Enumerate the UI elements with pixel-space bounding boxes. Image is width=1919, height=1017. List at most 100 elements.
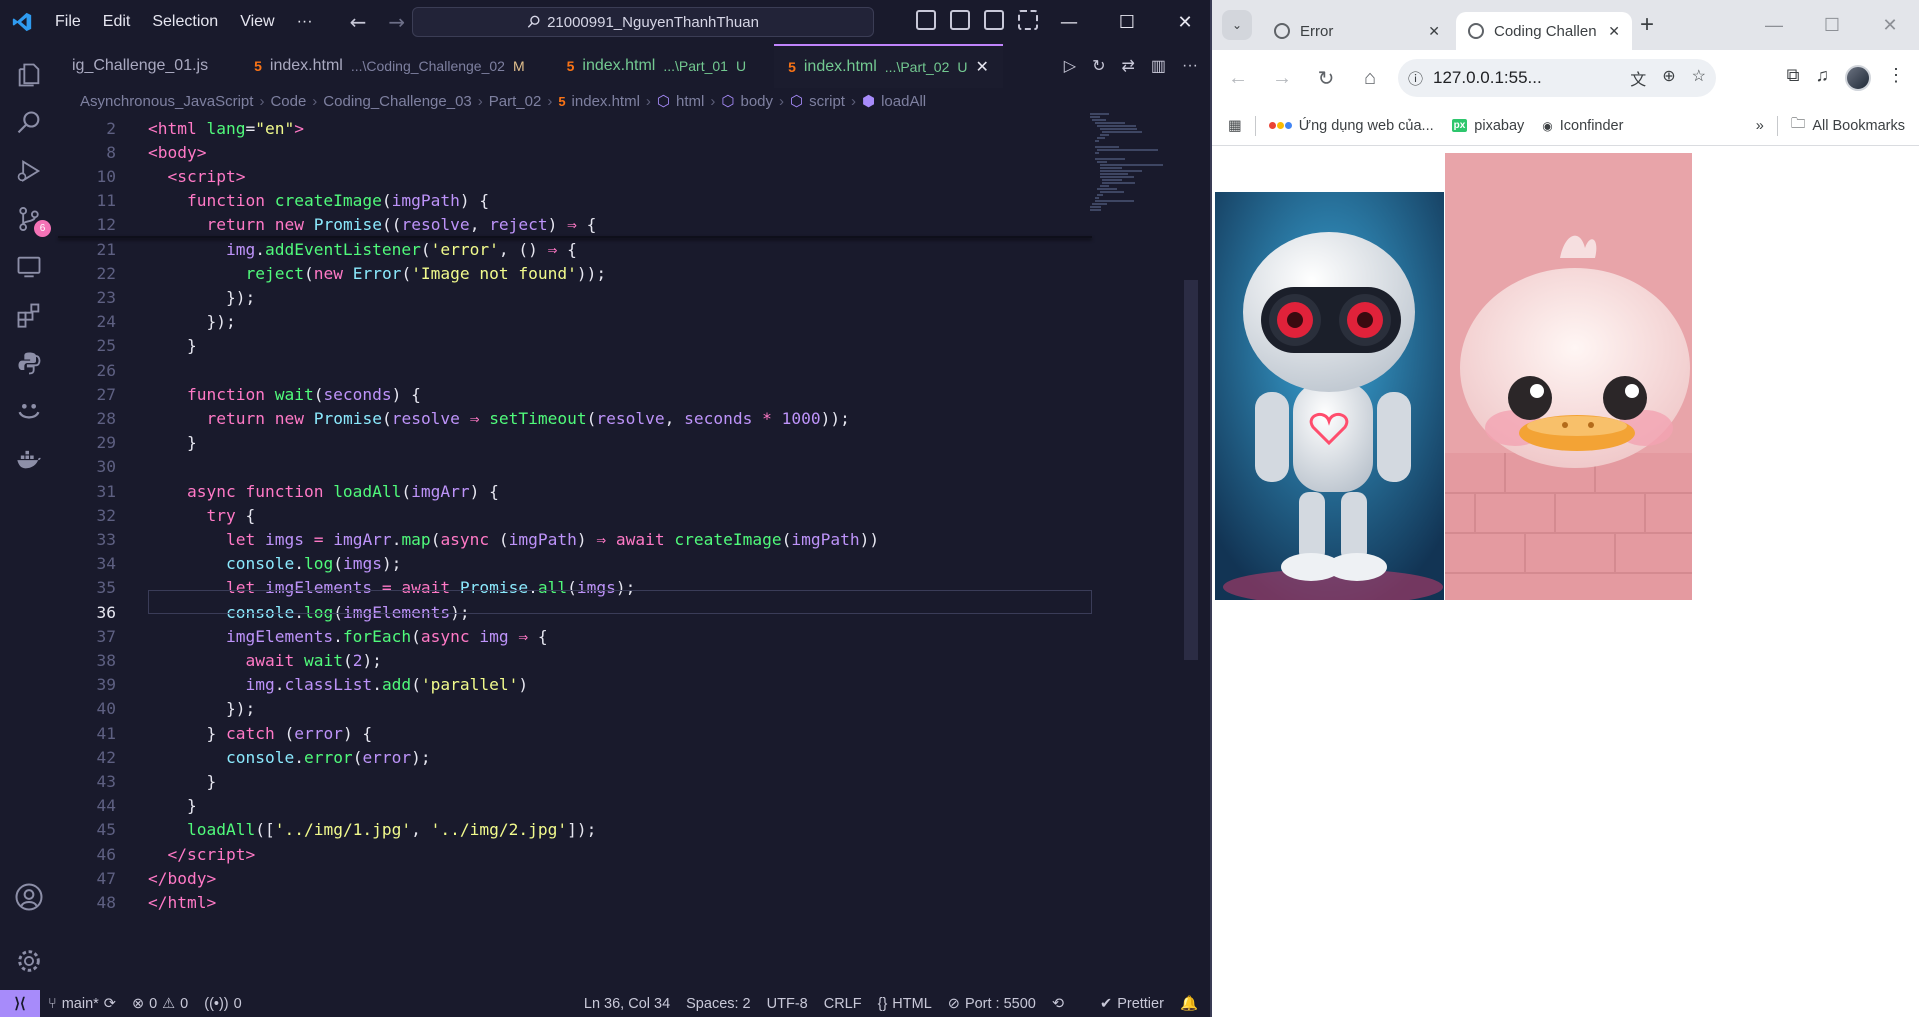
indentation[interactable]: Spaces: 2 (678, 996, 759, 1012)
forward-arrow-icon[interactable]: → (388, 10, 405, 34)
code-line[interactable]: 34 console.log(imgs); (58, 552, 1092, 576)
breadcrumb-item[interactable]: index.html (572, 93, 640, 110)
close-tab-icon[interactable]: ✕ (976, 57, 989, 77)
code-editor[interactable]: 2 <html lang="en"> 8 <body> 10 <script> 11 fu… (58, 116, 1092, 912)
code-line[interactable]: 39 img.classList.add('parallel') (58, 673, 1092, 697)
customize-layout-icon[interactable] (1018, 10, 1038, 30)
code-line[interactable]: 30 (58, 455, 1092, 479)
breadcrumb-item[interactable]: Coding_Challenge_03 (323, 93, 471, 110)
run-icon[interactable]: ▷ (1064, 56, 1076, 76)
code-line[interactable]: 2 <html lang="en"> (58, 116, 1092, 140)
branch-status[interactable]: ⑂ main* ⟳ (40, 996, 124, 1012)
python-icon[interactable] (12, 346, 46, 380)
source-control-icon[interactable]: 6 (12, 202, 51, 237)
code-line[interactable]: 21 img.addEventListener('error', () ⇒ { (58, 237, 1092, 261)
code-line[interactable]: 38 await wait(2); (58, 648, 1092, 672)
breadcrumb-item[interactable]: script (809, 93, 845, 110)
code-line[interactable]: 41 } catch (error) { (58, 721, 1092, 745)
explorer-icon[interactable] (12, 58, 46, 92)
minimap[interactable] (1090, 112, 1170, 212)
code-line[interactable]: 12 return new Promise((resolve, reject) … (58, 213, 1092, 237)
code-line[interactable]: 33 let imgs = imgArr.map(async (imgPath)… (58, 527, 1092, 551)
browser-tab-error[interactable]: Error ✕ (1262, 12, 1452, 50)
reload-icon[interactable]: ↻ (1304, 58, 1348, 98)
toggle-primary-sidebar-icon[interactable] (916, 10, 936, 30)
minimize-icon[interactable]: — (1745, 0, 1803, 50)
toggle-secondary-sidebar-icon[interactable] (984, 10, 1004, 30)
code-line[interactable]: 25 } (58, 334, 1092, 358)
copilot-icon[interactable] (12, 394, 46, 428)
compare-icon[interactable]: ⇄ (1121, 56, 1134, 76)
remote-indicator-icon[interactable]: ⟩⟨ (0, 990, 40, 1017)
code-line[interactable]: 31 async function loadAll(imgArr) { (58, 479, 1092, 503)
menu-view[interactable]: View (229, 13, 285, 31)
new-tab-plus-icon[interactable]: + (1632, 11, 1662, 39)
settings-gear-icon[interactable] (12, 944, 46, 978)
breadcrumb-item[interactable]: loadAll (881, 93, 926, 110)
bookmark-pixabay[interactable]: px pixabay (1443, 118, 1534, 134)
tab-index-part-01[interactable]: 5 index.html ...\Part_01 U (553, 44, 760, 88)
breadcrumb-item[interactable]: Asynchronous_JavaScript (80, 93, 253, 110)
media-controls-icon[interactable]: ♫ (1816, 65, 1830, 91)
bookmark-iconfinder[interactable]: ◉ Iconfinder (1533, 118, 1632, 134)
code-line[interactable]: 26 (58, 358, 1092, 382)
more-bookmarks-chevron-icon[interactable]: » (1747, 118, 1773, 134)
code-line[interactable]: 29 } (58, 431, 1092, 455)
code-line[interactable]: 47 </body> (58, 866, 1092, 890)
close-tab-icon[interactable]: ✕ (1428, 23, 1440, 40)
code-line[interactable]: 10 <script> (58, 164, 1092, 188)
close-window-icon[interactable]: ✕ (1861, 0, 1919, 50)
all-bookmarks[interactable]: 🗀 All Bookmarks (1782, 113, 1919, 138)
menu-more[interactable]: ··· (286, 13, 324, 31)
remote-explorer-icon[interactable] (12, 250, 46, 284)
tab-index-challenge-02[interactable]: 5 index.html ...\Coding_Challenge_02 M (240, 44, 539, 88)
docker-icon[interactable] (12, 442, 46, 476)
search-sidebar-icon[interactable] (12, 106, 46, 140)
line-ending[interactable]: CRLF (816, 996, 870, 1012)
code-line[interactable]: 32 try { (58, 503, 1092, 527)
code-line[interactable]: 45 loadAll(['../img/1.jpg', '../img/2.jp… (58, 818, 1092, 842)
tab-challenge-01-js[interactable]: ig_Challenge_01.js (58, 44, 222, 88)
code-line[interactable]: 37 imgElements.forEach(async img ⇒ { (58, 624, 1092, 648)
zoom-icon[interactable]: ⊕ (1662, 66, 1675, 90)
home-icon[interactable]: ⌂ (1348, 58, 1392, 98)
back-arrow-icon[interactable]: ← (350, 10, 367, 34)
copilot-status-icon[interactable]: ⟲ (1044, 996, 1072, 1012)
browser-tab-coding-challenge[interactable]: Coding Challen ✕ (1456, 12, 1632, 50)
extensions-puzzle-icon[interactable]: ⧉ (1787, 65, 1800, 91)
code-line[interactable]: 11 function createImage(imgPath) { (58, 189, 1092, 213)
more-actions-icon[interactable]: ··· (1182, 57, 1198, 75)
code-line[interactable]: 42 console.error(error); (58, 745, 1092, 769)
code-line[interactable]: 48 </html> (58, 890, 1092, 914)
menu-selection[interactable]: Selection (141, 13, 229, 31)
close-tab-icon[interactable]: ✕ (1608, 23, 1620, 40)
back-arrow-icon[interactable]: ← (1216, 58, 1260, 98)
breadcrumb-item[interactable]: Code (270, 93, 306, 110)
breadcrumb-item[interactable]: body (740, 93, 773, 110)
language-mode[interactable]: {} HTML (870, 996, 940, 1012)
close-window-icon[interactable]: ✕ (1156, 0, 1214, 44)
profile-avatar[interactable] (1845, 65, 1871, 91)
extensions-icon[interactable] (12, 298, 46, 332)
split-editor-icon[interactable]: ▥ (1151, 56, 1166, 76)
toggle-panel-icon[interactable] (950, 10, 970, 30)
breadcrumb-item[interactable]: Part_02 (489, 93, 542, 110)
menu-kebab-icon[interactable]: ⋮ (1887, 65, 1905, 91)
tab-search-chevron-icon[interactable]: ⌄ (1222, 10, 1252, 40)
ports-status[interactable]: ((•)) 0 (196, 996, 249, 1012)
bookmark-star-icon[interactable]: ☆ (1692, 66, 1706, 90)
code-line[interactable]: 43 } (58, 769, 1092, 793)
apps-grid-icon[interactable]: ▦ (1212, 118, 1251, 134)
code-line[interactable]: 46 </script> (58, 842, 1092, 866)
code-line[interactable]: 28 return new Promise(resolve ⇒ setTimeo… (58, 406, 1092, 430)
menu-edit[interactable]: Edit (92, 13, 142, 31)
code-line[interactable]: 44 } (58, 794, 1092, 818)
cursor-position[interactable]: Ln 36, Col 34 (576, 996, 678, 1012)
code-line[interactable]: 24 }); (58, 310, 1092, 334)
encoding[interactable]: UTF-8 (759, 996, 816, 1012)
breadcrumb-item[interactable]: html (676, 93, 704, 110)
code-line[interactable]: 27 function wait(seconds) { (58, 382, 1092, 406)
open-changes-icon[interactable]: ↻ (1092, 56, 1105, 76)
notifications-bell-icon[interactable]: 🔔 (1172, 995, 1206, 1012)
minimize-icon[interactable]: — (1040, 0, 1098, 44)
